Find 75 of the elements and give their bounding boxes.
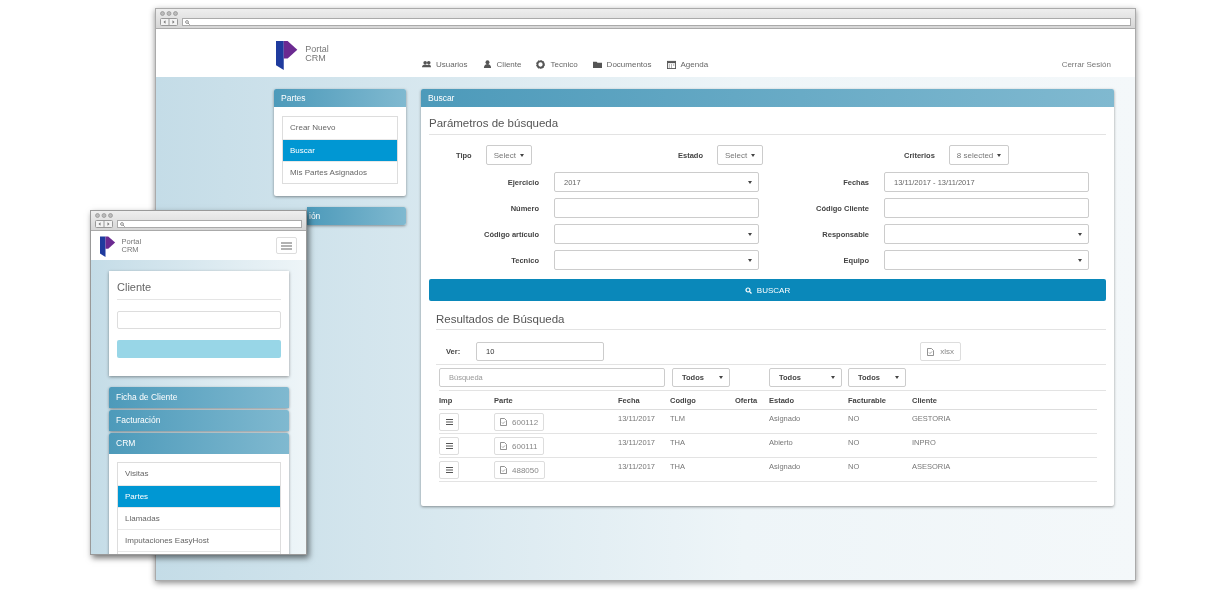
caret-icon	[895, 376, 899, 379]
panel-header[interactable]: ión	[307, 207, 406, 225]
users-icon	[422, 60, 431, 69]
menu-item[interactable]: Llamadas	[118, 507, 280, 529]
dropdown-button[interactable]: 8 selected	[948, 145, 1010, 165]
section-title: Resultados de Búsqueda	[436, 313, 1106, 330]
search-icon	[744, 286, 752, 294]
list-icon	[445, 467, 453, 473]
caret-icon	[751, 153, 756, 157]
card-title: Cliente	[117, 281, 281, 300]
panel-header[interactable]: Facturación	[109, 410, 289, 431]
caret-icon	[519, 153, 524, 157]
caret-icon	[748, 232, 752, 236]
dropdown-button[interactable]: Select	[717, 145, 764, 165]
menu-icon	[281, 241, 292, 250]
file-icon	[500, 442, 507, 450]
panel-header[interactable]: Ficha de Cliente	[109, 387, 289, 408]
logout-link[interactable]: Cerrar Sesión	[1061, 60, 1111, 69]
menu-item[interactable]: Partes	[118, 485, 280, 507]
menu-item[interactable]: Imputaciones EasyHost	[118, 529, 280, 551]
address-bar[interactable]	[182, 18, 1131, 26]
section-title: Parámetros de búsqueda	[429, 115, 1106, 135]
calendar-icon	[666, 60, 676, 69]
print-button[interactable]	[439, 413, 459, 431]
panel-header[interactable]: Partes	[274, 89, 406, 107]
sidebar-item[interactable]: Mis Partes Asignados	[283, 161, 397, 183]
export-button[interactable]: xlsx	[920, 342, 961, 361]
print-button[interactable]	[439, 461, 459, 479]
caret-icon	[1078, 232, 1082, 236]
menu-button[interactable]	[276, 237, 297, 254]
input-field[interactable]	[554, 198, 759, 218]
input-field[interactable]	[117, 311, 281, 329]
caret-icon	[997, 153, 1002, 157]
file-icon	[500, 466, 507, 474]
caret-icon	[748, 180, 752, 184]
settings-icon	[536, 60, 546, 69]
select-field[interactable]	[554, 250, 759, 270]
part-button[interactable]: 488050	[494, 461, 545, 479]
search-button[interactable]: BUSCAR	[429, 279, 1106, 301]
logo-text: Portal CRM	[305, 45, 329, 63]
print-button[interactable]	[439, 437, 459, 455]
file-icon	[927, 347, 935, 356]
address-bar[interactable]	[117, 220, 302, 228]
folder-icon	[592, 60, 602, 69]
select-field[interactable]	[884, 224, 1089, 244]
select-field[interactable]	[554, 224, 759, 244]
select-field[interactable]	[884, 250, 1089, 270]
list-icon	[445, 443, 453, 449]
caret-icon	[719, 376, 723, 379]
nav-link[interactable]: Tecnico	[536, 60, 578, 69]
sidebar-item[interactable]: Buscar	[283, 139, 397, 161]
input-field[interactable]	[884, 198, 1089, 218]
menu-item[interactable]: Visitas	[118, 463, 280, 485]
caret-icon	[748, 258, 752, 262]
nav-link[interactable]: Documentos	[592, 60, 652, 69]
nav-link[interactable]: Agenda	[666, 60, 709, 69]
search-icon	[120, 221, 125, 227]
panel-header[interactable]: CRM	[109, 433, 289, 454]
back-forward-icon[interactable]	[160, 18, 178, 26]
nav-link[interactable]: Usuarios	[422, 60, 468, 69]
part-button[interactable]: 600112	[494, 413, 545, 431]
logo-icon	[100, 234, 117, 257]
sidebar-item[interactable]: Crear Nuevo	[283, 117, 397, 139]
dropdown-button[interactable]: Select	[485, 145, 532, 165]
back-forward-icon[interactable]	[95, 220, 113, 228]
nav-link[interactable]: Cliente	[482, 60, 522, 69]
list-icon	[445, 419, 453, 425]
part-button[interactable]: 600111	[494, 437, 544, 455]
caret-icon	[831, 376, 835, 379]
file-icon	[500, 418, 507, 426]
logo-icon	[276, 38, 300, 70]
search-icon	[185, 19, 190, 25]
panel-header: Buscar	[421, 89, 1114, 107]
caret-icon	[1078, 258, 1082, 262]
user-icon	[482, 60, 492, 69]
